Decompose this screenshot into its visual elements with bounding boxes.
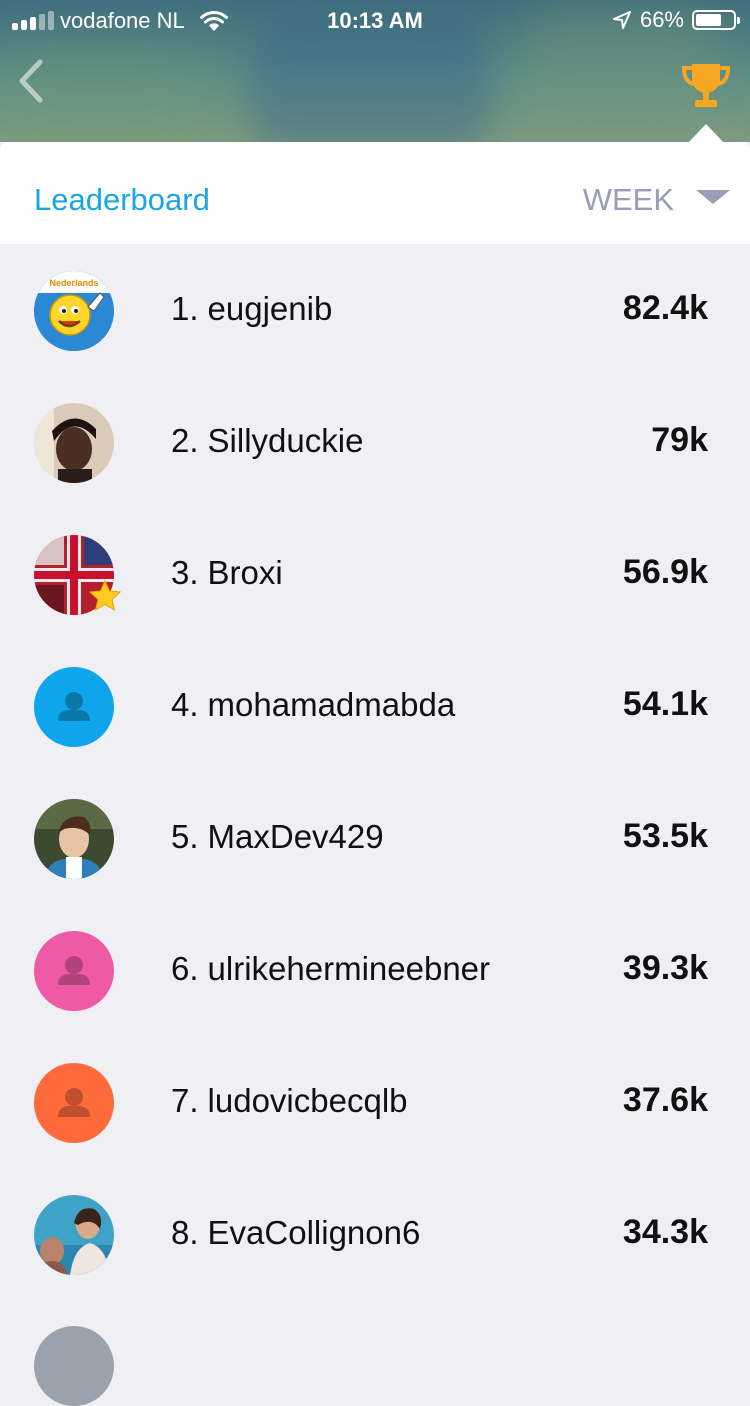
leaderboard-row[interactable]: Nederlands 1. eugjenib 82.4k xyxy=(0,244,750,376)
period-label: WEEK xyxy=(582,182,674,217)
user-score: 53.5k xyxy=(622,817,708,855)
leaderboard-row[interactable]: 6. ulrikehermineebner 39.3k xyxy=(0,904,750,1036)
default-user-icon xyxy=(58,692,90,721)
avatar xyxy=(34,403,114,483)
dropdown-caret-icon xyxy=(696,190,730,204)
leaderboard-row[interactable]: 3. Broxi 56.9k xyxy=(0,508,750,640)
leaderboard-row[interactable]: 2. Sillyduckie 79k xyxy=(0,376,750,508)
trophy-icon xyxy=(681,64,731,107)
leaderboard-row[interactable]: 4. mohamadmabda 54.1k xyxy=(0,640,750,772)
leaderboard-row[interactable]: 5. MaxDev429 53.5k xyxy=(0,772,750,904)
back-button[interactable] xyxy=(14,58,50,104)
user-score: 39.3k xyxy=(622,949,708,987)
avatar: Nederlands xyxy=(34,271,114,351)
svg-text:Nederlands: Nederlands xyxy=(49,278,98,288)
avatar xyxy=(34,535,122,615)
avatar xyxy=(34,1063,114,1143)
status-bar: vodafone NL 10:13 AM 66% xyxy=(0,0,750,40)
page-title: Leaderboard xyxy=(34,182,210,217)
chevron-left-icon xyxy=(19,59,43,103)
user-score: 82.4k xyxy=(622,289,708,327)
location-arrow-icon xyxy=(612,11,631,29)
default-user-icon xyxy=(58,1088,90,1117)
user-score: 37.6k xyxy=(622,1081,708,1119)
user-name: 6. ulrikehermineebner xyxy=(171,950,491,987)
avatar xyxy=(34,1195,114,1275)
user-name: 3. Broxi xyxy=(171,554,283,591)
avatar xyxy=(34,667,114,747)
user-score: 34.3k xyxy=(622,1213,708,1251)
user-name: 4. mohamadmabda xyxy=(171,686,456,723)
leaderboard-row[interactable]: 7. ludovicbecqlb 37.6k xyxy=(0,1036,750,1168)
default-user-icon xyxy=(58,956,90,985)
user-name: 2. Sillyduckie xyxy=(171,422,364,459)
user-name: 1. eugjenib xyxy=(171,290,333,327)
user-score: 54.1k xyxy=(622,685,708,723)
period-dropdown[interactable]: WEEK xyxy=(583,182,730,218)
user-name: 8. EvaCollignon6 xyxy=(171,1214,421,1251)
panel-pointer xyxy=(688,124,724,143)
user-score: 79k xyxy=(651,421,708,459)
leaderboard-row[interactable]: 8. EvaCollignon6 34.3k xyxy=(0,1168,750,1300)
leaderboard-header: Leaderboard WEEK xyxy=(0,142,750,244)
star-icon xyxy=(88,579,122,612)
leaderboard-list: Nederlands 1. eugjenib 82.4k 2. Sillyduc… xyxy=(0,244,750,1300)
avatar xyxy=(34,1326,114,1406)
user-name: 5. MaxDev429 xyxy=(171,818,384,855)
battery-icon xyxy=(692,10,740,30)
user-score: 56.9k xyxy=(622,553,708,591)
avatar xyxy=(34,931,114,1011)
battery-percent: 66% xyxy=(639,7,684,32)
trophy-button[interactable] xyxy=(678,58,734,114)
avatar xyxy=(34,799,114,879)
user-name: 7. ludovicbecqlb xyxy=(171,1082,408,1119)
